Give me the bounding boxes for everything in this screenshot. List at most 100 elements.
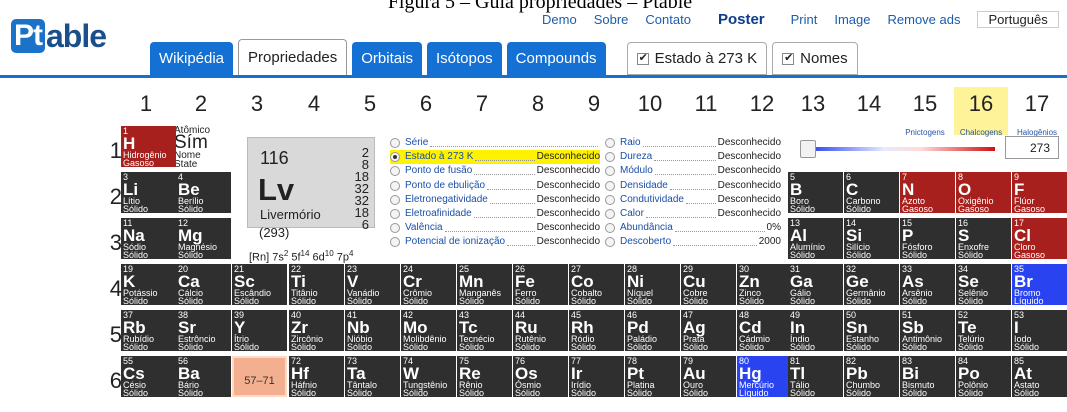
element-cell-cr[interactable]: 24 Cr Crômio Sólido — [401, 264, 456, 305]
group-number-1[interactable]: 1 — [119, 91, 173, 117]
radio-button[interactable] — [390, 180, 400, 191]
link-poster[interactable]: Poster — [718, 11, 765, 28]
property-option[interactable]: Eletroafinidade Desconhecido — [390, 207, 600, 221]
radio-button[interactable] — [390, 152, 400, 163]
element-cell-ru[interactable]: 44 Ru Rutênio Sólido — [513, 310, 568, 351]
element-cell-os[interactable]: 76 Os Ósmio Sólido — [513, 356, 568, 397]
names-checkbox[interactable]: Nomes — [772, 42, 858, 75]
link-demo[interactable]: Demo — [542, 12, 577, 27]
group-number-10[interactable]: 10 — [623, 91, 677, 117]
element-cell-cl[interactable]: 17 Cl Cloro Gasoso — [1012, 218, 1067, 259]
radio-button[interactable] — [390, 138, 400, 149]
element-cell-o[interactable]: 8 O Oxigênio Gasoso — [956, 172, 1011, 213]
element-cell-mg[interactable]: 12 Mg Magnésio Sólido — [176, 218, 231, 259]
radio-button[interactable] — [605, 152, 615, 163]
element-cell-ge[interactable]: 32 Ge Germânio Sólido — [844, 264, 899, 305]
radio-button[interactable] — [605, 166, 615, 177]
property-option[interactable]: Série — [390, 136, 600, 150]
radio-button[interactable] — [605, 194, 615, 205]
group-number-3[interactable]: 3 — [230, 91, 284, 117]
group-subtitle-g15[interactable]: Pnictogens — [898, 128, 952, 137]
radio-button[interactable] — [605, 180, 615, 191]
element-cell-re[interactable]: 75 Re Rênio Sólido — [457, 356, 512, 397]
link-remove-ads[interactable]: Remove ads — [888, 12, 961, 27]
group-number-5[interactable]: 5 — [343, 91, 397, 117]
element-cell-ir[interactable]: 77 Ir Irídio Sólido — [569, 356, 624, 397]
property-option[interactable]: Densidade Desconhecido — [605, 179, 781, 193]
ptable-logo[interactable]: Pt able — [11, 18, 107, 54]
radio-button[interactable] — [390, 194, 400, 205]
element-cell-k[interactable]: 19 K Potássio Sólido — [121, 264, 176, 305]
element-cell-at[interactable]: 85 At Astato Sólido — [1012, 356, 1067, 397]
element-cell-rb[interactable]: 37 Rb Rubídio Sólido — [121, 310, 176, 351]
radio-button[interactable] — [605, 209, 615, 220]
tab-isotopos[interactable]: Isótopos — [426, 42, 502, 75]
tab-compounds[interactable]: Compounds — [506, 42, 606, 75]
group-number-14[interactable]: 14 — [842, 91, 896, 117]
element-cell-br[interactable]: 35 Br Bromo Líquido — [1012, 264, 1067, 305]
element-cell-in[interactable]: 49 In Índio Sólido — [788, 310, 843, 351]
link-image[interactable]: Image — [834, 12, 870, 27]
radio-button[interactable] — [605, 138, 615, 149]
property-option[interactable]: Ponto de ebulição Desconhecido — [390, 179, 600, 193]
group-number-8[interactable]: 8 — [511, 91, 565, 117]
group-number-12[interactable]: 12 — [735, 91, 789, 117]
link-contato[interactable]: Contato — [645, 12, 691, 27]
element-cell-sb[interactable]: 51 Sb Antimônio Sólido — [900, 310, 955, 351]
period-number-5[interactable]: 5 — [104, 322, 122, 348]
property-option[interactable]: Ponto de fusão Desconhecido — [390, 164, 600, 178]
element-cell-mo[interactable]: 42 Mo Molibdênio Sólido — [401, 310, 456, 351]
element-cell-rh[interactable]: 45 Rh Ródio Sólido — [569, 310, 624, 351]
property-option[interactable]: Raio Desconhecido — [605, 136, 781, 150]
element-cell-h[interactable]: 1 H Hidrogênio Gasoso — [121, 126, 176, 167]
element-cell-c[interactable]: 6 C Carbono Sólido — [844, 172, 899, 213]
element-cell-ta[interactable]: 73 Ta Tântalo Sólido — [345, 356, 400, 397]
element-cell-w[interactable]: 74 W Tungstênio Sólido — [401, 356, 456, 397]
link-sobre[interactable]: Sobre — [594, 12, 629, 27]
tab-propriedades[interactable]: Propriedades — [238, 39, 348, 75]
state-checkbox[interactable]: Estado à 273 K — [626, 42, 768, 75]
group-number-7[interactable]: 7 — [455, 91, 509, 117]
element-cell-tl[interactable]: 81 Tl Tálio Sólido — [788, 356, 843, 397]
property-option[interactable]: Condutividade Desconhecido — [605, 193, 781, 207]
lanthanides-cell[interactable]: 57–71 — [232, 356, 287, 397]
element-cell-ni[interactable]: 28 Ni Níquel Sólido — [625, 264, 680, 305]
element-cell-v[interactable]: 23 V Vanádio Sólido — [345, 264, 400, 305]
element-cell-ti[interactable]: 22 Ti Titânio Sólido — [289, 264, 344, 305]
element-cell-ca[interactable]: 20 Ca Cálcio Sólido — [176, 264, 231, 305]
element-cell-ag[interactable]: 47 Ag Prata Sólido — [681, 310, 736, 351]
element-cell-fe[interactable]: 26 Fe Ferro Sólido — [513, 264, 568, 305]
radio-button[interactable] — [605, 223, 615, 234]
group-number-13[interactable]: 13 — [786, 91, 840, 117]
radio-button[interactable] — [390, 237, 400, 248]
group-number-15[interactable]: 15 — [898, 91, 952, 117]
element-cell-b[interactable]: 5 B Boro Sólido — [788, 172, 843, 213]
radio-button[interactable] — [390, 166, 400, 177]
slider-thumb[interactable] — [800, 140, 816, 158]
element-cell-bi[interactable]: 83 Bi Bismuto Sólido — [900, 356, 955, 397]
element-cell-se[interactable]: 34 Se Selênio Sólido — [956, 264, 1011, 305]
period-number-1[interactable]: 1 — [104, 138, 122, 164]
element-cell-n[interactable]: 7 N Azoto Gasoso — [900, 172, 955, 213]
element-cell-au[interactable]: 79 Au Ouro Sólido — [681, 356, 736, 397]
temperature-slider[interactable] — [800, 140, 995, 160]
element-cell-po[interactable]: 84 Po Polônio Sólido — [956, 356, 1011, 397]
group-number-17[interactable]: 17 — [1010, 91, 1064, 117]
element-cell-zr[interactable]: 40 Zr Zircônio Sólido — [289, 310, 344, 351]
element-cell-s[interactable]: 16 S Enxofre Sólido — [956, 218, 1011, 259]
element-cell-ba[interactable]: 56 Ba Bário Sólido — [176, 356, 231, 397]
element-cell-li[interactable]: 3 Li Lítio Sólido — [121, 172, 176, 213]
element-cell-pb[interactable]: 82 Pb Chumbo Sólido — [844, 356, 899, 397]
tab-wikipedia[interactable]: Wikipédia — [150, 42, 234, 75]
element-cell-p[interactable]: 15 P Fósforo Sólido — [900, 218, 955, 259]
element-cell-pt[interactable]: 78 Pt Platina Sólido — [625, 356, 680, 397]
element-cell-cu[interactable]: 29 Cu Cobre Sólido — [681, 264, 736, 305]
element-cell-f[interactable]: 9 F Flúor Gasoso — [1012, 172, 1067, 213]
language-select[interactable]: Português — [977, 10, 1059, 28]
element-cell-nb[interactable]: 41 Nb Nióbio Sólido — [345, 310, 400, 351]
element-cell-co[interactable]: 27 Co Cobalto Sólido — [569, 264, 624, 305]
group-number-11[interactable]: 11 — [679, 91, 733, 117]
period-number-2[interactable]: 2 — [104, 184, 122, 210]
element-cell-sc[interactable]: 21 Sc Escândio Sólido — [232, 264, 287, 305]
element-cell-hg[interactable]: 80 Hg Mercúrio Líquido — [737, 356, 792, 397]
